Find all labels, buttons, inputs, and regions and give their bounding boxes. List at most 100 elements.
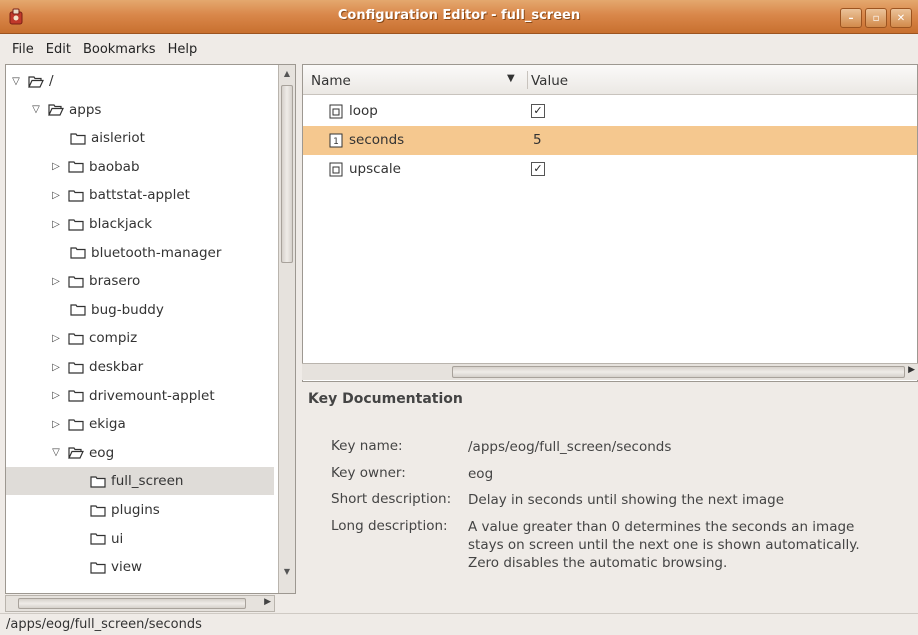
menu-help[interactable]: Help bbox=[162, 42, 204, 57]
folder-icon bbox=[68, 361, 84, 374]
minimize-button[interactable]: – bbox=[840, 8, 862, 28]
key-row[interactable]: 1 seconds 5 bbox=[303, 126, 917, 155]
expander-closed-icon[interactable]: ▷ bbox=[50, 189, 62, 201]
long-description-line: stays on screen until the next one is sh… bbox=[468, 537, 860, 553]
key-row[interactable]: upscale ✓ bbox=[303, 155, 917, 184]
key-name: upscale bbox=[349, 161, 401, 177]
folder-icon bbox=[90, 562, 106, 574]
tree-item[interactable]: ▷ ekiga bbox=[6, 410, 274, 438]
tree-item[interactable]: full_screen bbox=[6, 467, 274, 496]
menu-file[interactable]: File bbox=[6, 42, 40, 57]
menu-bookmarks[interactable]: Bookmarks bbox=[77, 42, 162, 57]
expander-closed-icon[interactable]: ▷ bbox=[50, 418, 62, 430]
expander-open-icon[interactable]: ▽ bbox=[30, 104, 42, 116]
menu-help-label: Help bbox=[167, 41, 198, 57]
column-value-header[interactable]: Value bbox=[531, 73, 568, 89]
tree-item[interactable]: ▷ deskbar bbox=[6, 353, 274, 381]
tree-item-label: plugins bbox=[111, 502, 160, 518]
expander-closed-icon[interactable]: ▷ bbox=[50, 161, 62, 173]
key-documentation-title: Key Documentation bbox=[308, 391, 463, 407]
scroll-right-icon[interactable]: ▶ bbox=[264, 597, 271, 607]
expander-closed-icon[interactable]: ▷ bbox=[50, 275, 62, 287]
tree-hscroll-thumb[interactable] bbox=[18, 598, 246, 609]
menu-edit[interactable]: Edit bbox=[40, 42, 77, 57]
key-name: loop bbox=[349, 103, 378, 119]
tree-item[interactable]: ▽ eog bbox=[6, 439, 274, 467]
scroll-down-icon[interactable]: ▼ bbox=[280, 565, 294, 579]
tree-item-label: ui bbox=[111, 530, 124, 547]
key-name-value: /apps/eog/full_screen/seconds bbox=[468, 439, 672, 455]
tree-item[interactable]: ui bbox=[6, 525, 274, 553]
key-list[interactable]: Name ▼ Value loop ✓ 1 seconds 5 upscale ✓ bbox=[302, 64, 918, 382]
tree-item-label: full_screen bbox=[111, 473, 184, 490]
menu-edit-label: Edit bbox=[45, 41, 71, 57]
title-bar[interactable]: Configuration Editor - full_screen – ▫ ✕ bbox=[0, 0, 918, 34]
folder-icon bbox=[68, 419, 84, 431]
tree-item[interactable]: ▷ compiz bbox=[6, 324, 274, 352]
tree-item[interactable]: ▷ blackjack bbox=[6, 210, 274, 238]
scroll-up-icon[interactable]: ▲ bbox=[280, 67, 294, 81]
expander-closed-icon[interactable]: ▷ bbox=[50, 390, 62, 402]
tree-item[interactable]: plugins bbox=[6, 496, 274, 524]
maximize-button[interactable]: ▫ bbox=[865, 8, 887, 28]
tree-item-label: compiz bbox=[89, 330, 138, 347]
tree-scroll-thumb[interactable] bbox=[281, 85, 293, 263]
tree-item-label: eog bbox=[89, 444, 115, 461]
column-separator[interactable] bbox=[527, 71, 528, 89]
tree-item[interactable]: ▽ apps bbox=[6, 96, 274, 124]
value-checkbox[interactable]: ✓ bbox=[531, 104, 545, 118]
value-checkbox[interactable]: ✓ bbox=[531, 162, 545, 176]
key-list-hscroll-thumb[interactable] bbox=[452, 366, 905, 378]
sort-descending-icon[interactable]: ▼ bbox=[507, 73, 515, 84]
tree-item[interactable]: ▷ baobab bbox=[6, 153, 274, 181]
folder-icon bbox=[90, 504, 106, 517]
key-list-horizontal-scrollbar[interactable]: ▶ bbox=[302, 363, 918, 380]
expander-closed-icon[interactable]: ▷ bbox=[50, 218, 62, 230]
folder-open-icon bbox=[48, 104, 64, 116]
tree-item[interactable]: bluetooth-manager bbox=[6, 239, 274, 267]
tree-item[interactable]: ▷ battstat-applet bbox=[6, 181, 274, 209]
folder-icon bbox=[68, 190, 84, 202]
scroll-right-icon[interactable]: ▶ bbox=[908, 365, 915, 375]
tree-item[interactable]: bug-buddy bbox=[6, 296, 274, 324]
menu-bar: File Edit Bookmarks Help bbox=[0, 34, 918, 64]
long-description-line: Zero disables the automatic browsing. bbox=[468, 555, 728, 571]
long-description-label: Long description: bbox=[331, 518, 448, 534]
folder-icon bbox=[70, 133, 86, 145]
folder-icon bbox=[68, 276, 84, 288]
short-description-label: Short description: bbox=[331, 491, 452, 507]
tree-item-label: bug-buddy bbox=[91, 301, 164, 318]
tree-item-label: ekiga bbox=[89, 416, 126, 433]
folder-icon bbox=[68, 333, 84, 345]
tree-item-label: drivemount-applet bbox=[89, 387, 215, 404]
tree-vertical-scrollbar[interactable]: ▲ ▼ bbox=[278, 65, 295, 593]
directory-tree[interactable]: ▽ / ▽ apps aisleriot ▷ baobab ▷ battstat-applet ▷… bbox=[5, 64, 296, 594]
folder-open-icon bbox=[28, 75, 44, 88]
tree-item[interactable]: view bbox=[6, 553, 274, 581]
key-name-label: Key name: bbox=[331, 438, 403, 454]
tree-item[interactable]: ▽ / bbox=[6, 67, 274, 95]
expander-open-icon[interactable]: ▽ bbox=[10, 75, 22, 87]
key-row[interactable]: loop ✓ bbox=[303, 97, 917, 126]
expander-closed-icon[interactable]: ▷ bbox=[50, 361, 62, 373]
tree-item[interactable]: ▷ drivemount-applet bbox=[6, 382, 274, 410]
tree-horizontal-scrollbar[interactable]: ▶ bbox=[5, 595, 275, 612]
tree-item-label: blackjack bbox=[89, 216, 153, 232]
menu-file-label: File bbox=[12, 41, 34, 57]
close-icon: ✕ bbox=[896, 12, 906, 24]
close-button[interactable]: ✕ bbox=[890, 8, 912, 28]
expander-closed-icon[interactable]: ▷ bbox=[50, 332, 62, 344]
column-name-header[interactable]: Name bbox=[311, 73, 351, 89]
folder-icon bbox=[68, 390, 84, 402]
tree-item[interactable]: ▷ brasero bbox=[6, 267, 274, 295]
tree-item-label: aisleriot bbox=[91, 130, 145, 147]
boolean-key-icon bbox=[329, 162, 343, 177]
tree-item-label: / bbox=[49, 73, 54, 89]
folder-icon bbox=[70, 304, 86, 316]
tree-item[interactable]: aisleriot bbox=[6, 124, 274, 152]
tree-item-label: battstat-applet bbox=[89, 187, 190, 204]
status-bar: /apps/eog/full_screen/seconds bbox=[0, 613, 918, 635]
long-description-line: A value greater than 0 determines the se… bbox=[468, 519, 855, 535]
value-text[interactable]: 5 bbox=[533, 132, 542, 148]
expander-open-icon[interactable]: ▽ bbox=[50, 447, 62, 459]
